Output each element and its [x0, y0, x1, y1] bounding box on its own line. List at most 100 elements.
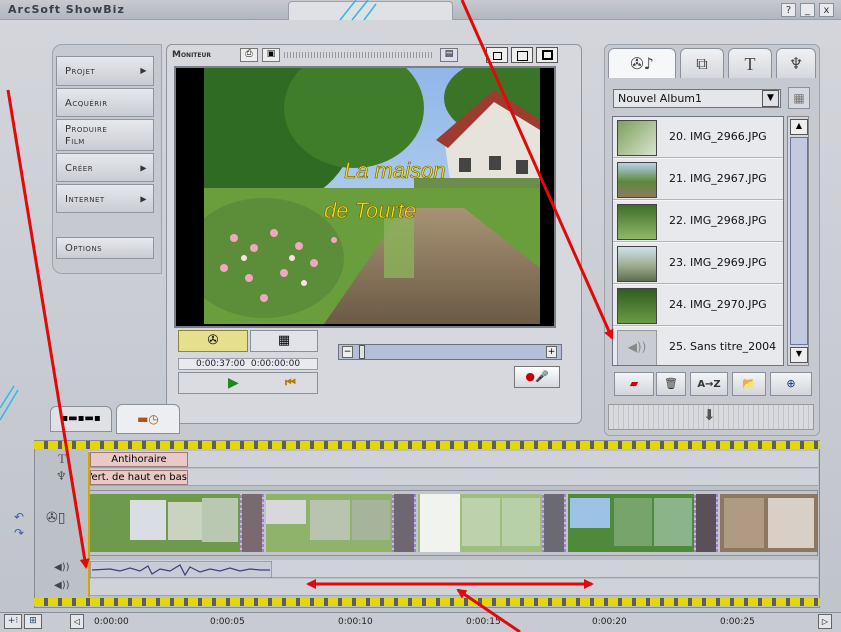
album-dropdown[interactable]: Nouvel Album1 [613, 89, 781, 108]
list-item[interactable]: 22. IMG_2968.JPG [613, 201, 783, 242]
text-track-icon: T [58, 451, 66, 466]
help-button[interactable]: ? [781, 3, 796, 17]
timeline-tab[interactable]: ▬◷ [116, 404, 180, 434]
thumbnail [617, 120, 657, 156]
timecode-display: 0:00:37:00 0:00:00:00 [178, 358, 318, 370]
view-medium-icon[interactable] [511, 47, 533, 63]
print-icon[interactable]: ⎙ [240, 48, 258, 62]
album-list: 20. IMG_2966.JPG 21. IMG_2967.JPG 22. IM… [612, 116, 784, 366]
overlay-title-2: de Tourte [324, 198, 416, 223]
trash-icon[interactable]: 🗑 [656, 372, 686, 396]
speaker-icon: ◀)) [617, 330, 657, 365]
rewind-icon[interactable]: ⏮ [285, 375, 296, 390]
speaker-icon: ◀)) [54, 562, 70, 573]
list-item-label: 23. IMG_2969.JPG [669, 256, 767, 269]
media-reel-icon: ✇♪ [630, 54, 654, 73]
minus-icon[interactable]: − [342, 346, 353, 358]
thumbnail [617, 246, 657, 282]
overlay-title-1: La maison [344, 158, 446, 183]
speaker-icon: ◀)) [54, 580, 70, 591]
list-item-label: 22. IMG_2968.JPG [669, 214, 767, 227]
scroll-right-icon[interactable]: ▷ [818, 614, 832, 629]
nav-creer-label: Créer [65, 163, 94, 174]
storyboard-tab[interactable]: ▪▬▪▬▪ [50, 406, 112, 432]
redo-icon[interactable]: ↷ [14, 526, 24, 540]
timeline-top-stripe [34, 441, 820, 449]
list-item-label: 21. IMG_2967.JPG [669, 172, 767, 185]
tab-media[interactable]: ✇♪ [608, 48, 676, 78]
mode-storyboard-tab[interactable]: ▦ [250, 330, 318, 352]
timecode-total: 0:00:00:00 [250, 359, 301, 369]
thumbnail [617, 204, 657, 240]
nav-acquerir-label: Acquérir [65, 98, 108, 109]
list-item[interactable]: 21. IMG_2967.JPG [613, 159, 783, 200]
monitor-grip [284, 52, 434, 58]
chevron-down-icon[interactable]: ▼ [790, 347, 808, 363]
list-item-label: 24. IMG_2970.JPG [669, 298, 767, 311]
chevron-up-icon[interactable]: ▲ [790, 119, 808, 135]
filmstrip-icon: ▦ [277, 333, 291, 348]
album-scrollbar[interactable]: ▲ ▼ [787, 116, 809, 366]
text-clip-label: Antihoraire [111, 454, 167, 465]
audio-waveform[interactable] [90, 561, 272, 578]
fit-icon[interactable]: ⊞ [24, 614, 42, 629]
transition-clip[interactable]: Vert. de haut en bas [90, 470, 188, 485]
timecode-current: 0:00:37:00 [195, 359, 246, 369]
folder-icon[interactable]: 📂 [732, 372, 766, 396]
nav-creer[interactable]: Créer ▶ [56, 153, 154, 182]
scroll-left-icon[interactable]: ◁ [70, 614, 84, 629]
monitor-label: Moniteur [172, 50, 211, 60]
scroll-thumb[interactable] [790, 137, 808, 345]
list-item[interactable]: ◀)) 25. Sans titre_2004 [613, 327, 783, 365]
sort-button[interactable]: A→Z [690, 372, 728, 396]
film-reel-icon: ✇ [207, 333, 219, 348]
list-item-label: 25. Sans titre_2004 [669, 340, 777, 353]
add-to-storyboard-icon[interactable]: ▰ [614, 372, 654, 396]
nav-internet[interactable]: Internet ▶ [56, 184, 154, 213]
tick-label: 0:00:10 [338, 617, 373, 627]
list-item[interactable]: 20. IMG_2966.JPG [613, 117, 783, 158]
options-button[interactable]: Options [56, 237, 154, 259]
playback-slider[interactable] [338, 344, 562, 360]
tab-transitions[interactable]: ⧉ [680, 48, 724, 78]
fullscreen-icon[interactable]: ▤ [440, 48, 458, 62]
undo-icon[interactable]: ↶ [14, 510, 24, 524]
tick-label: 0:00:00 [94, 617, 129, 627]
video-track-icon: ✇▯ [46, 510, 66, 526]
audio-track-2[interactable] [88, 579, 818, 596]
view-small-icon[interactable] [486, 47, 508, 63]
snapshot-icon[interactable]: ▣ [262, 48, 280, 62]
mode-video-tab[interactable]: ✇ [178, 330, 248, 352]
record-narration-icon[interactable]: ●🎤 [514, 366, 560, 388]
transition-track[interactable] [88, 469, 818, 486]
list-item[interactable]: 23. IMG_2969.JPG [613, 243, 783, 284]
list-item[interactable]: 24. IMG_2970.JPG [613, 285, 783, 326]
text-track[interactable] [88, 451, 818, 468]
timeline-clock-icon: ▬◷ [137, 412, 159, 426]
plus-icon[interactable]: + [546, 346, 557, 358]
chevron-right-icon: ▶ [140, 194, 147, 203]
playhead[interactable] [88, 452, 90, 597]
nav-projet[interactable]: Projet ▶ [56, 56, 154, 86]
close-button[interactable]: x [819, 3, 834, 17]
chevron-down-icon[interactable]: ▼ [762, 90, 779, 107]
play-icon[interactable]: ▶ [228, 375, 239, 391]
tab-text[interactable]: T [728, 48, 772, 78]
slider-thumb[interactable] [359, 345, 365, 359]
tick-label: 0:00:15 [466, 617, 501, 627]
nav-acquerir[interactable]: Acquérir [56, 88, 154, 117]
text-clip[interactable]: Antihoraire [90, 452, 188, 467]
nav-produire-film[interactable]: Produire Film [56, 119, 154, 151]
minimize-button[interactable]: _ [800, 3, 815, 17]
view-large-icon[interactable] [536, 47, 558, 63]
video-frame-image: La maison de Tourte [204, 68, 540, 324]
video-clips [90, 494, 818, 552]
tab-effects[interactable]: ♆ [776, 48, 816, 78]
transition-track-icon: ♆ [56, 469, 67, 483]
web-globe-icon[interactable]: ⊕ [770, 372, 812, 396]
arrow-down-icon: ⬇ [703, 406, 716, 424]
zoom-in-icon[interactable]: +⁝ [4, 614, 22, 629]
thumbnail [617, 162, 657, 198]
app-title: ArcSoft ShowBiz [8, 3, 125, 16]
grid-view-icon[interactable]: ▦ [788, 87, 810, 109]
